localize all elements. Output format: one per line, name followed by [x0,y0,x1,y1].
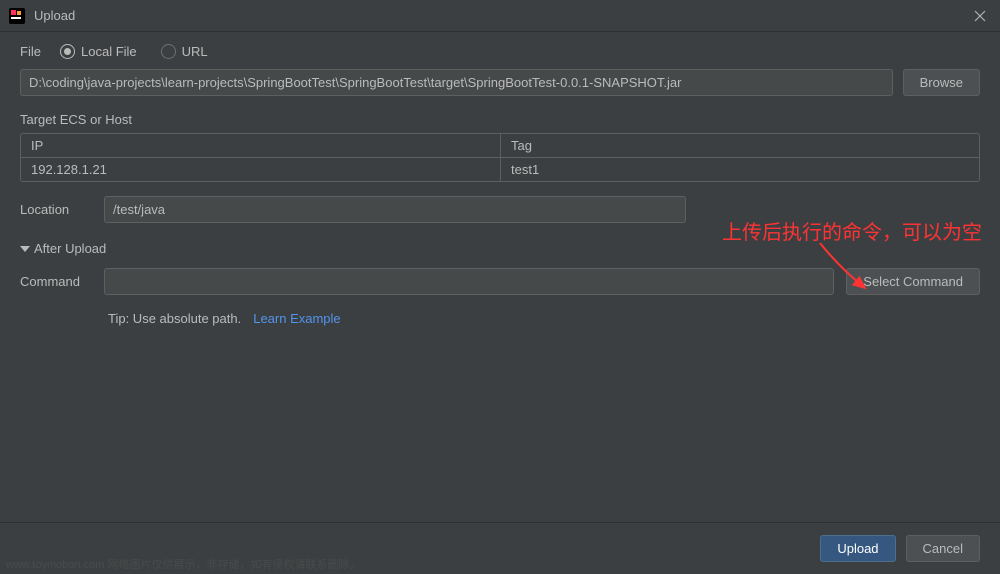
radio-local-file[interactable]: Local File [60,44,137,59]
cell-tag: test1 [501,158,979,181]
col-header-tag: Tag [501,134,979,157]
app-icon [8,7,26,25]
after-upload-label: After Upload [34,241,106,256]
location-input[interactable] [104,196,686,223]
learn-example-link[interactable]: Learn Example [253,311,340,326]
command-label: Command [20,274,92,289]
radio-circle-icon [161,44,176,59]
radio-url[interactable]: URL [161,44,208,59]
cancel-button[interactable]: Cancel [906,535,980,562]
close-icon[interactable] [968,4,992,28]
radio-local-label: Local File [81,44,137,59]
annotation-text: 上传后执行的命令，可以为空 [722,216,982,245]
chevron-down-icon [20,246,30,252]
target-table: IP Tag 192.128.1.21 test1 [20,133,980,182]
target-label: Target ECS or Host [20,112,980,127]
radio-circle-icon [60,44,75,59]
location-label: Location [20,202,92,217]
watermark: www.toymoban.com 网络图片仅供展示，非存储，如有侵权请联系删除。 [6,556,360,572]
col-header-ip: IP [21,134,501,157]
cell-ip: 192.128.1.21 [21,158,501,181]
radio-url-label: URL [182,44,208,59]
table-header: IP Tag [21,134,979,158]
command-input[interactable] [104,268,834,295]
browse-button[interactable]: Browse [903,69,980,96]
table-row[interactable]: 192.128.1.21 test1 [21,158,979,181]
tip-text: Tip: Use absolute path. [108,311,241,326]
select-command-button[interactable]: Select Command [846,268,980,295]
file-label: File [20,44,60,59]
dialog-title: Upload [34,8,968,23]
titlebar: Upload [0,0,1000,32]
upload-button[interactable]: Upload [820,535,895,562]
file-path-input[interactable] [20,69,893,96]
